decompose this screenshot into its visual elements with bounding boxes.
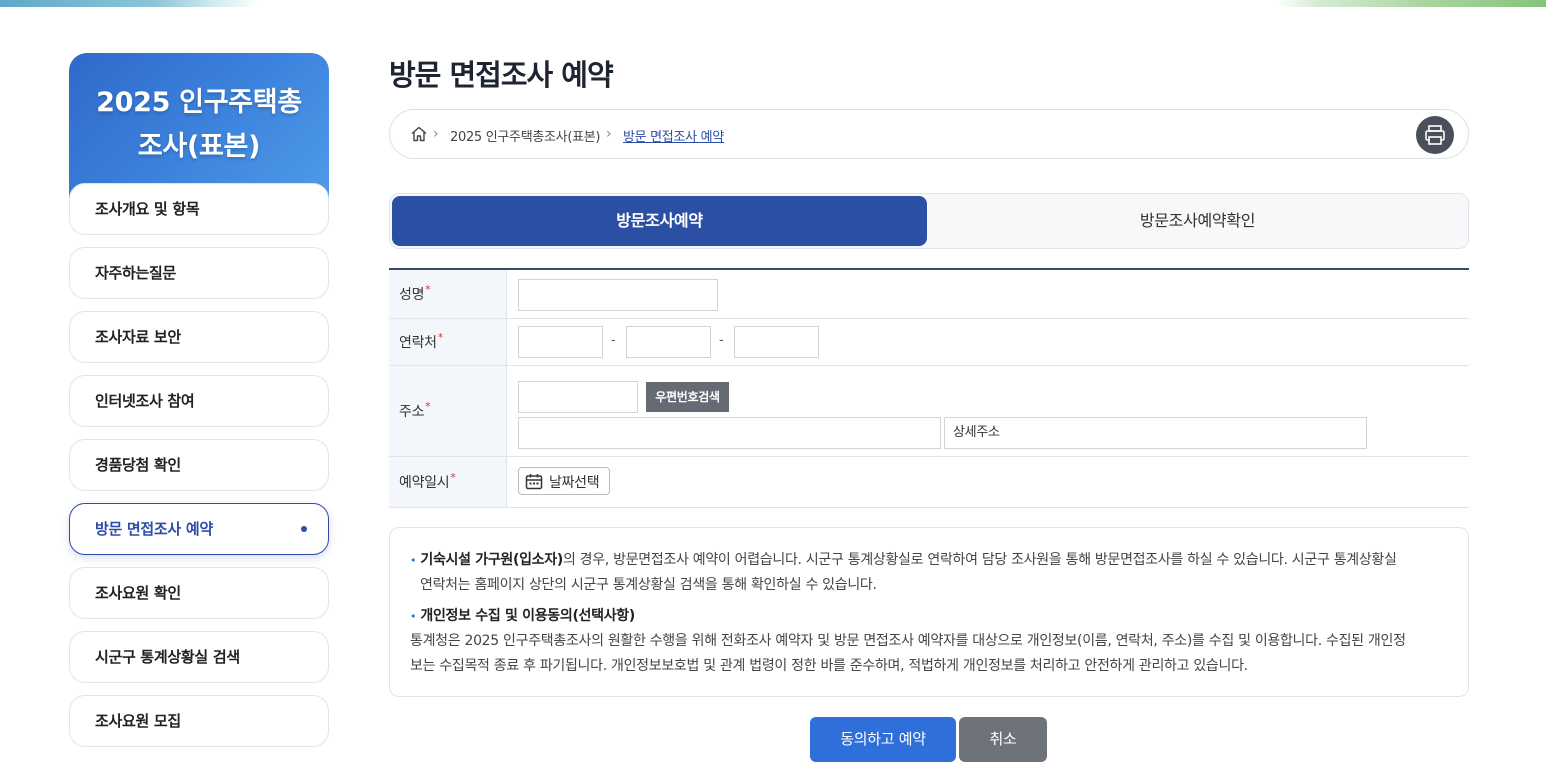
- notice-box: • 기숙시설 가구원(입소자)의 경우, 방문면접조사 예약이 어렵습니다. 시…: [389, 527, 1469, 697]
- active-indicator-dot: [301, 526, 307, 532]
- sidebar-item-internet-survey[interactable]: 인터넷조사 참여: [69, 375, 329, 427]
- form-label-address: 주소 *: [389, 366, 507, 456]
- form-row-date: 예약일시 * 날짜선택: [389, 457, 1469, 508]
- notice-item-dormitory: • 기숙시설 가구원(입소자)의 경우, 방문면접조사 예약이 어렵습니다. 시…: [410, 548, 1448, 573]
- cancel-button[interactable]: 취소: [959, 717, 1047, 762]
- top-decoration-right: [1276, 0, 1546, 7]
- required-mark: *: [450, 470, 456, 484]
- print-button[interactable]: [1416, 116, 1454, 154]
- sidebar-item-prize-check[interactable]: 경품당첨 확인: [69, 439, 329, 491]
- sidebar-item-label: 인터넷조사 참여: [95, 392, 195, 410]
- sidebar-item-label: 조사요원 모집: [95, 712, 181, 730]
- required-mark: *: [425, 399, 431, 413]
- notice-item2-text2: 보는 수집목적 종료 후 파기됩니다. 개인정보보호법 및 관계 법령이 정한 …: [410, 658, 1248, 674]
- home-icon[interactable]: [410, 125, 428, 143]
- sidebar-item-label: 자주하는질문: [95, 264, 177, 282]
- bullet: •: [410, 554, 417, 567]
- phone-separator: -: [719, 333, 724, 348]
- phone-input-2[interactable]: [626, 326, 711, 358]
- form-row-address: 주소 * 우편번호검색 상세주소: [389, 366, 1469, 457]
- sidebar-item-label: 조사요원 확인: [95, 584, 181, 602]
- label-text: 연락처: [399, 335, 437, 351]
- required-mark: *: [425, 282, 431, 296]
- printer-icon: [1425, 125, 1445, 145]
- agree-and-reserve-button[interactable]: 동의하고 예약: [810, 717, 956, 762]
- form-label-date: 예약일시 *: [389, 457, 507, 507]
- form-row-phone: 연락처 * - -: [389, 319, 1469, 366]
- tab-bar: 방문조사예약 방문조사예약확인: [389, 193, 1469, 249]
- sidebar-item-label: 경품당첨 확인: [95, 456, 181, 474]
- form-label-name: 성명 *: [389, 270, 507, 318]
- calendar-icon: [525, 474, 543, 490]
- form-label-phone: 연락처 *: [389, 319, 507, 365]
- phone-separator: -: [611, 333, 616, 348]
- date-select-button[interactable]: 날짜선택: [518, 467, 610, 495]
- chevron-right-icon: ›: [606, 126, 612, 142]
- label-text: 예약일시: [399, 475, 450, 491]
- top-decoration-left: [0, 0, 260, 7]
- breadcrumb-current[interactable]: 방문 면접조사 예약: [623, 126, 724, 145]
- detail-address-input[interactable]: 상세주소: [944, 417, 1367, 449]
- required-mark: *: [437, 330, 444, 344]
- form-row-name: 성명 *: [389, 270, 1469, 319]
- sidebar-title-line1: 2025 인구주택총: [96, 87, 302, 118]
- sidebar-item-surveyor-check[interactable]: 조사요원 확인: [69, 567, 329, 619]
- notice-item1-bold: 기숙시설 가구원(입소자): [420, 552, 563, 568]
- notice-item1-text2: 연락처는 홈페이지 상단의 시군구 통계상황실 검색을 통해 확인하실 수 있습…: [420, 577, 877, 593]
- breadcrumb: › 2025 인구주택총조사(표본) › 방문 면접조사 예약: [389, 109, 1469, 159]
- zipcode-search-button[interactable]: 우편번호검색: [646, 382, 729, 412]
- sidebar: 2025 인구주택총 조사(표본) 조사개요 및 항목 자주하는질문 조사자료 …: [69, 53, 329, 747]
- sidebar-title-line2: 조사(표본): [137, 131, 261, 162]
- sidebar-item-label: 방문 면접조사 예약: [95, 520, 213, 538]
- date-select-label: 날짜선택: [549, 475, 600, 491]
- name-input[interactable]: [518, 279, 718, 311]
- breadcrumb-item[interactable]: 2025 인구주택총조사(표본): [450, 126, 601, 145]
- notice-item1-text: 의 경우, 방문면접조사 예약이 어렵습니다. 시군구 통계상황실로 연락하여 …: [562, 552, 1397, 568]
- label-text: 주소: [399, 404, 425, 420]
- notice-item2-text1: 통계청은 2025 인구주택총조사의 원활한 수행을 위해 전화조사 예약자 및…: [410, 633, 1406, 649]
- sidebar-item-label: 조사자료 보안: [95, 328, 181, 346]
- reservation-form: 성명* 연락처* - - 주소* 우편번호검색 상세주소 예약일시* 날: [389, 268, 1469, 508]
- tab-reservation-check[interactable]: 방문조사예약확인: [930, 196, 1465, 246]
- page-title: 방문 면접조사 예약: [389, 58, 614, 92]
- phone-input-1[interactable]: [518, 326, 603, 358]
- sidebar-item-label: 조사개요 및 항목: [95, 200, 200, 218]
- tab-visit-reservation[interactable]: 방문조사예약: [392, 196, 927, 246]
- sidebar-item-surveyor-recruit[interactable]: 조사요원 모집: [69, 695, 329, 747]
- notice-item2-title: 개인정보 수집 및 이용동의(선택사항): [420, 608, 635, 624]
- sidebar-title: 2025 인구주택총 조사(표본): [69, 53, 329, 203]
- address-input[interactable]: [518, 417, 941, 449]
- sidebar-item-office-search[interactable]: 시군구 통계상황실 검색: [69, 631, 329, 683]
- notice-item-privacy: • 개인정보 수집 및 이용동의(선택사항): [410, 604, 1448, 629]
- phone-input-3[interactable]: [734, 326, 819, 358]
- sidebar-item-data-security[interactable]: 조사자료 보안: [69, 311, 329, 363]
- sidebar-item-label: 시군구 통계상황실 검색: [95, 648, 240, 666]
- bullet: •: [410, 610, 417, 623]
- sidebar-item-faq[interactable]: 자주하는질문: [69, 247, 329, 299]
- chevron-right-icon: ›: [433, 126, 439, 142]
- sidebar-item-survey-overview[interactable]: 조사개요 및 항목: [69, 183, 329, 235]
- sidebar-item-visit-reservation[interactable]: 방문 면접조사 예약: [69, 503, 329, 555]
- zipcode-input[interactable]: [518, 381, 638, 413]
- label-text: 성명: [399, 287, 425, 303]
